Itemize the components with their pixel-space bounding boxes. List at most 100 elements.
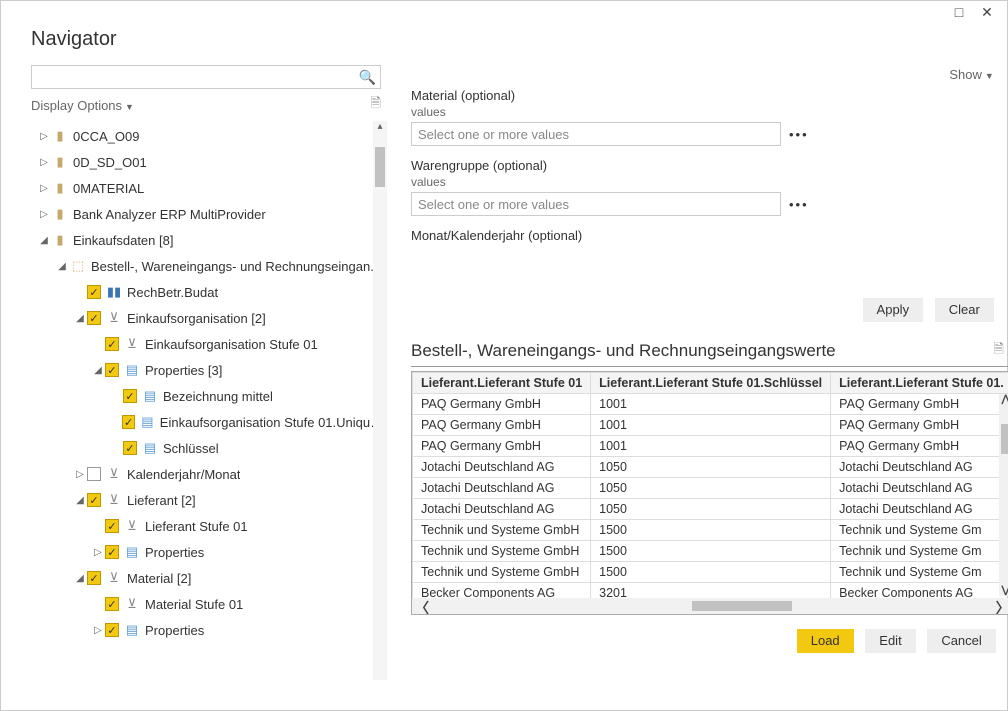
checkbox-icon[interactable]: ✓	[123, 441, 137, 455]
show-dropdown[interactable]: Show▼	[949, 67, 993, 82]
tree-item[interactable]: ◢✓⊻Einkaufsorganisation [2]	[31, 305, 387, 331]
checkbox-icon[interactable]: ✓	[105, 597, 119, 611]
tree-scrollbar[interactable]: ▴	[373, 121, 387, 680]
tree-item[interactable]: ◢⬚Bestell-, Wareneingangs- und Rechnungs…	[31, 253, 387, 279]
tree-expand-icon[interactable]: ▷	[37, 157, 51, 168]
tree-expand-icon[interactable]: ▷	[37, 131, 51, 142]
tree-expand-icon[interactable]: ▷	[37, 209, 51, 220]
scroll-up-icon[interactable]: ▴	[373, 121, 387, 132]
edit-button[interactable]: Edit	[865, 629, 915, 653]
table-cell: Jotachi Deutschland AG	[831, 457, 1008, 478]
scrollbar-thumb[interactable]	[375, 147, 385, 187]
checkbox-icon[interactable]: ✓	[87, 571, 101, 585]
add-document-icon[interactable]: 🗎	[993, 340, 1003, 362]
tree-expand-icon[interactable]: ▷	[91, 625, 105, 636]
table-row[interactable]: Technik und Systeme GmbH1500Technik und …	[413, 520, 1008, 541]
ellipsis-button[interactable]: •••	[789, 197, 809, 212]
table-horizontal-scrollbar[interactable]: 〈 〉	[412, 598, 1008, 614]
tree-item[interactable]: ◢✓⊻Lieferant [2]	[31, 487, 387, 513]
checkbox-icon[interactable]: ✓	[87, 285, 101, 299]
table-row[interactable]: PAQ Germany GmbH1001PAQ Germany GmbH	[413, 436, 1008, 457]
ellipsis-button[interactable]: •••	[789, 127, 809, 142]
tree-expand-icon[interactable]: ◢	[73, 495, 87, 506]
scrollbar-thumb[interactable]	[1001, 424, 1008, 454]
scroll-down-icon[interactable]: ⋁	[999, 585, 1008, 596]
checkbox-icon[interactable]: ✓	[105, 519, 119, 533]
table-vertical-scrollbar[interactable]: ⋀ ⋁	[999, 394, 1008, 596]
checkbox-icon[interactable]: ✓	[87, 311, 101, 325]
table-row[interactable]: Technik und Systeme GmbH1500Technik und …	[413, 541, 1008, 562]
hierarchy-icon: ⊻	[105, 310, 123, 326]
tree-item[interactable]: ▷✓▤Properties	[31, 617, 387, 643]
column-header[interactable]: Lieferant.Lieferant Stufe 01	[413, 373, 591, 394]
preview-table[interactable]: Lieferant.Lieferant Stufe 01Lieferant.Li…	[411, 371, 1008, 615]
tree-item[interactable]: ▷✓▤Properties	[31, 539, 387, 565]
clear-button[interactable]: Clear	[935, 298, 994, 322]
tree-item[interactable]: ◢✓⊻Material [2]	[31, 565, 387, 591]
tree-expand-icon[interactable]: ◢	[37, 235, 51, 246]
tree-item[interactable]: ✓▮▮RechBetr.Budat	[31, 279, 387, 305]
checkbox-icon[interactable]: ✓	[105, 545, 119, 559]
checkbox-icon[interactable]: ✓	[105, 363, 119, 377]
search-input[interactable]: 🔍	[31, 65, 381, 89]
column-header[interactable]: Lieferant.Lieferant Stufe 01.	[831, 373, 1008, 394]
table-row[interactable]: Jotachi Deutschland AG1050Jotachi Deutsc…	[413, 457, 1008, 478]
tree-item[interactable]: ◢✓▤Properties [3]	[31, 357, 387, 383]
load-button[interactable]: Load	[797, 629, 854, 653]
table-row[interactable]: Technik und Systeme GmbH1500Technik und …	[413, 562, 1008, 583]
checkbox-icon[interactable]	[87, 467, 101, 481]
tree-item[interactable]: ▷▮0CCA_O09	[31, 123, 387, 149]
tree-item[interactable]: ✓▤Schlüssel	[31, 435, 387, 461]
search-field[interactable]	[36, 69, 359, 86]
filter-input[interactable]: Select one or more values	[411, 192, 781, 216]
window-close-icon[interactable]: ✕	[973, 4, 1001, 21]
window-minimize-icon[interactable]: □	[945, 4, 973, 20]
filter-input[interactable]: Select one or more values	[411, 122, 781, 146]
filter-title: Warengruppe (optional)	[411, 158, 1008, 173]
display-options-dropdown[interactable]: Display Options▼	[31, 98, 134, 113]
tree-item[interactable]: ✓⊻Lieferant Stufe 01	[31, 513, 387, 539]
tree-expand-icon[interactable]: ◢	[91, 365, 105, 376]
table-row[interactable]: Jotachi Deutschland AG1050Jotachi Deutsc…	[413, 499, 1008, 520]
tree-item[interactable]: ✓▤Bezeichnung mittel	[31, 383, 387, 409]
table-cell: 1050	[591, 499, 831, 520]
tree-expand-icon[interactable]: ▷	[91, 547, 105, 558]
navigator-tree[interactable]: ▷▮0CCA_O09▷▮0D_SD_O01▷▮0MATERIAL▷▮Bank A…	[31, 121, 387, 645]
apply-button[interactable]: Apply	[863, 298, 924, 322]
tree-expand-icon[interactable]: ▷	[73, 469, 87, 480]
hierarchy-icon: ⊻	[123, 518, 141, 534]
table-row[interactable]: PAQ Germany GmbH1001PAQ Germany GmbH	[413, 394, 1008, 415]
add-document-icon[interactable]: 🗎	[371, 94, 381, 116]
table-cell: 1001	[591, 394, 831, 415]
tree-item[interactable]: ▷⊻Kalenderjahr/Monat	[31, 461, 387, 487]
column-header[interactable]: Lieferant.Lieferant Stufe 01.Schlüssel	[591, 373, 831, 394]
tree-item[interactable]: ▷▮0MATERIAL	[31, 175, 387, 201]
scrollbar-thumb[interactable]	[692, 601, 792, 611]
tree-expand-icon[interactable]: ◢	[73, 573, 87, 584]
table-cell: Technik und Systeme GmbH	[413, 541, 591, 562]
tree-item[interactable]: ▷▮0D_SD_O01	[31, 149, 387, 175]
tree-item[interactable]: ✓▤Einkaufsorganisation Stufe 01.UniqueNa…	[31, 409, 387, 435]
tree-item[interactable]: ✓⊻Einkaufsorganisation Stufe 01	[31, 331, 387, 357]
tree-item-label: RechBetr.Budat	[127, 285, 218, 300]
checkbox-icon[interactable]: ✓	[87, 493, 101, 507]
search-icon[interactable]: 🔍	[359, 69, 376, 86]
checkbox-icon[interactable]: ✓	[123, 389, 137, 403]
tree-expand-icon[interactable]: ◢	[55, 261, 69, 272]
tree-item[interactable]: ✓⊻Material Stufe 01	[31, 591, 387, 617]
checkbox-icon[interactable]: ✓	[105, 337, 119, 351]
scroll-left-icon[interactable]: 〈	[414, 598, 430, 615]
tree-item-label: Material Stufe 01	[145, 597, 243, 612]
tree-expand-icon[interactable]: ◢	[73, 313, 87, 324]
scroll-up-icon[interactable]: ⋀	[999, 394, 1008, 405]
checkbox-icon[interactable]: ✓	[105, 623, 119, 637]
checkbox-icon[interactable]: ✓	[122, 415, 135, 429]
tree-expand-icon[interactable]: ▷	[37, 183, 51, 194]
cancel-button[interactable]: Cancel	[927, 629, 995, 653]
table-row[interactable]: PAQ Germany GmbH1001PAQ Germany GmbH	[413, 415, 1008, 436]
tree-item[interactable]: ▷▮Bank Analyzer ERP MultiProvider	[31, 201, 387, 227]
scroll-right-icon[interactable]: 〉	[995, 598, 1008, 615]
table-row[interactable]: Jotachi Deutschland AG1050Jotachi Deutsc…	[413, 478, 1008, 499]
tree-item[interactable]: ◢▮Einkaufsdaten [8]	[31, 227, 387, 253]
tree-item-label: Bezeichnung mittel	[163, 389, 273, 404]
